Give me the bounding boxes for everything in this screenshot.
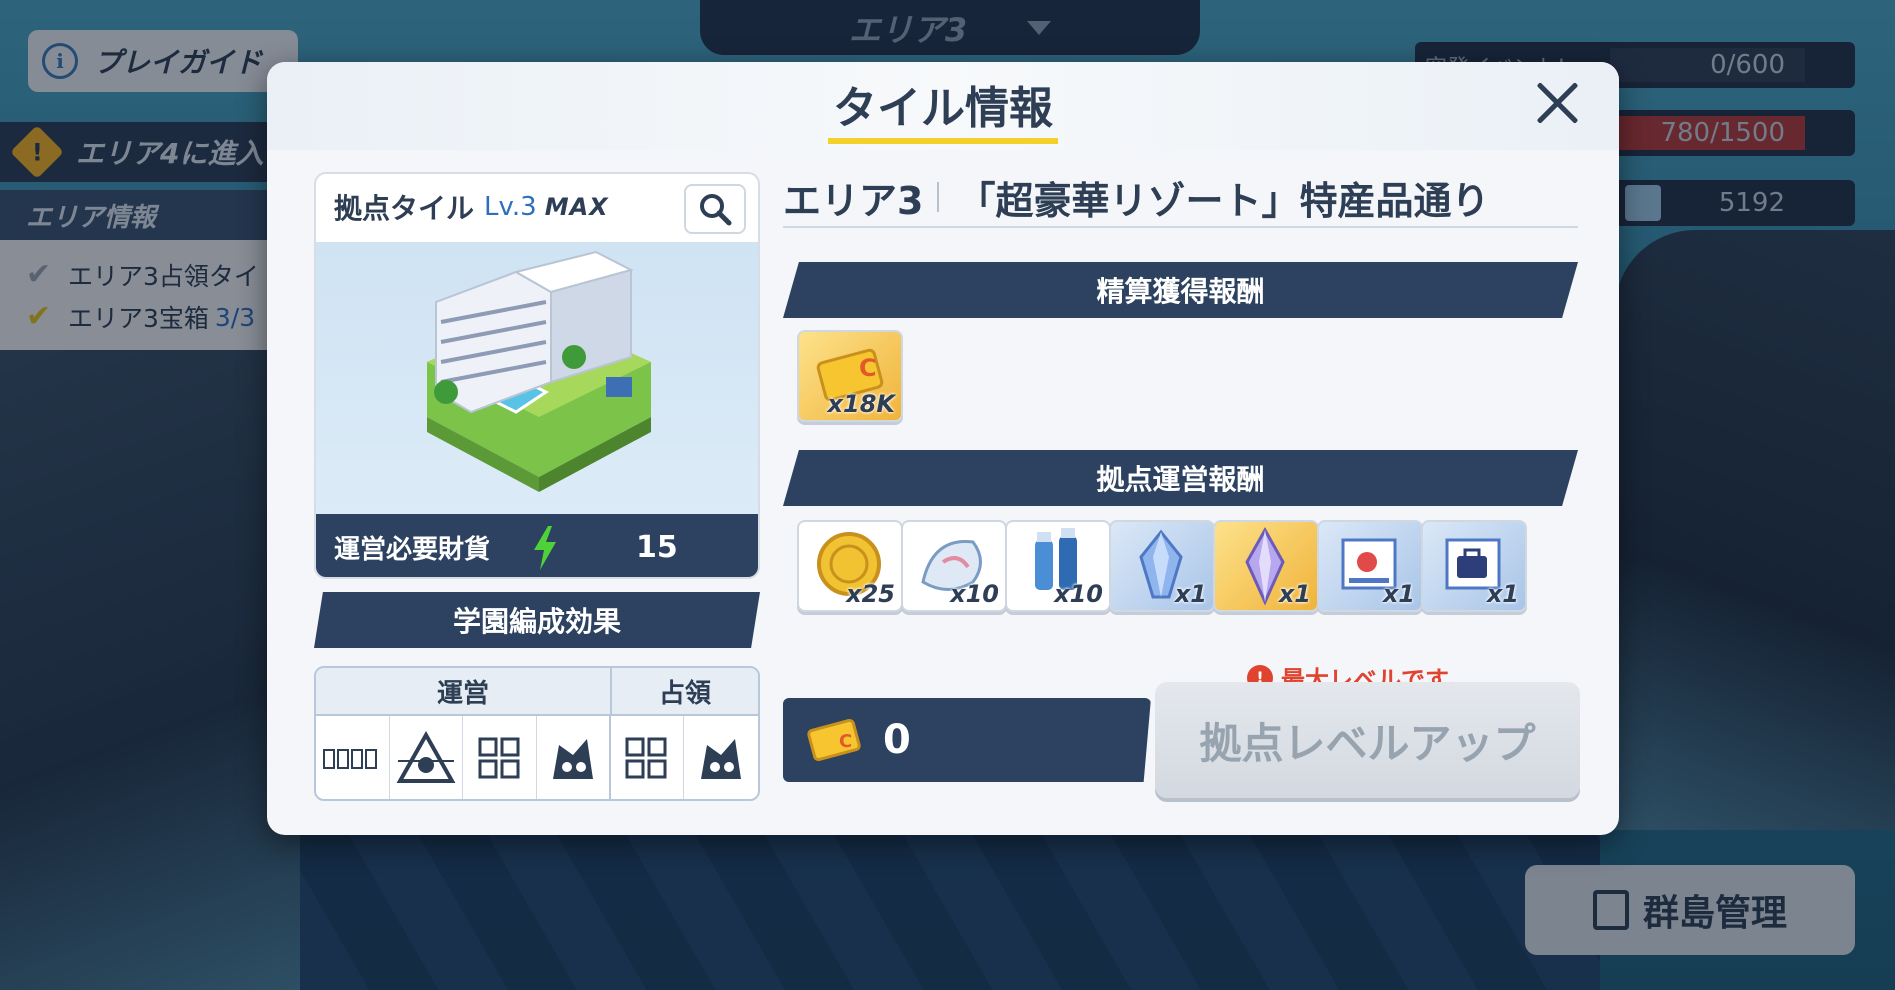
title-underline xyxy=(828,138,1058,144)
tile-max-badge: MAX xyxy=(544,193,609,221)
owned-currency: C 0 xyxy=(783,698,1151,782)
level-up-button[interactable]: 拠点レベルアップ xyxy=(1155,682,1580,798)
tile-image xyxy=(316,242,758,514)
search-button[interactable] xyxy=(684,184,746,234)
lightning-icon xyxy=(534,525,557,570)
school-emblem-icon[interactable] xyxy=(537,716,611,799)
reward-count: x18K xyxy=(827,390,895,418)
operation-cost-label: 運営必要財貨 xyxy=(334,535,491,565)
reward-item[interactable]: x1 xyxy=(1421,520,1527,612)
effect-table-header: 運営 占領 xyxy=(316,668,758,716)
reward-count: x25 xyxy=(846,580,895,608)
triangle-sun-emblem-icon xyxy=(396,730,456,783)
operation-cost-value: 15 xyxy=(636,530,678,565)
tile-location-title: エリア3 「超豪華リゾート」特産品通り xyxy=(783,168,1578,228)
sankaikyo-emblem-icon xyxy=(625,737,667,778)
svg-text:C: C xyxy=(839,731,852,752)
reward-item[interactable]: x10 xyxy=(1005,520,1111,612)
school-emblem-icon[interactable] xyxy=(463,716,538,799)
title-divider xyxy=(937,182,940,212)
svg-text:C: C xyxy=(859,354,877,382)
reward-item[interactable]: x1 xyxy=(1109,520,1215,612)
operation-cost: 運営必要財貨 15 xyxy=(316,514,758,577)
reward-count: x1 xyxy=(1382,580,1415,608)
school-effect-table: 運営 占領 xyxy=(314,666,760,801)
owned-currency-value: 0 xyxy=(883,717,911,763)
reward-count: x10 xyxy=(950,580,999,608)
effect-table-body xyxy=(316,716,758,799)
sankaikyo-emblem-icon xyxy=(478,737,520,778)
close-icon[interactable] xyxy=(1531,76,1585,130)
credit-card-icon: C xyxy=(807,718,861,762)
reward-item[interactable]: C x18K xyxy=(797,330,903,422)
location-name: 「超豪華リゾート」特産品通り xyxy=(957,178,1490,223)
reward-count: x10 xyxy=(1054,580,1103,608)
tile-card: 拠点タイル Lv.3 MAX 運営必要財貨 15 xyxy=(314,172,760,579)
school-emblem-icon[interactable] xyxy=(684,716,758,799)
reward-item[interactable]: x10 xyxy=(901,520,1007,612)
resort-building-icon xyxy=(427,250,651,492)
tile-level: Lv.3 xyxy=(484,192,537,222)
school-emblem-icon[interactable] xyxy=(316,716,390,799)
base-operation-reward-header: 拠点運営報酬 xyxy=(783,450,1578,506)
modal-header: タイル情報 xyxy=(267,62,1619,150)
search-icon xyxy=(700,194,732,226)
tile-name: 拠点タイル xyxy=(334,192,475,225)
settlement-reward-header: 精算獲得報酬 xyxy=(783,262,1578,318)
effect-header-operation: 運営 xyxy=(316,668,612,714)
dragon-emblem-icon xyxy=(701,738,742,779)
area-name: エリア3 xyxy=(783,178,924,223)
reward-item[interactable]: x1 xyxy=(1213,520,1319,612)
reward-count: x1 xyxy=(1174,580,1207,608)
hyakkiyako-emblem-icon xyxy=(323,748,378,769)
reward-count: x1 xyxy=(1278,580,1311,608)
dragon-emblem-icon xyxy=(552,738,593,779)
school-effect-header: 学園編成効果 xyxy=(314,592,760,648)
reward-item[interactable]: x25 xyxy=(797,520,903,612)
school-emblem-icon[interactable] xyxy=(390,716,464,799)
modal-title: タイル情報 xyxy=(833,83,1053,134)
effect-header-occupation: 占領 xyxy=(658,678,711,709)
school-emblem-icon[interactable] xyxy=(611,716,685,799)
reward-item[interactable]: x1 xyxy=(1317,520,1423,612)
reward-count: x1 xyxy=(1486,580,1519,608)
tile-info-modal: タイル情報 拠点タイル Lv.3 MAX 運営必要財貨 15 学園編成効果 運営… xyxy=(267,62,1619,835)
